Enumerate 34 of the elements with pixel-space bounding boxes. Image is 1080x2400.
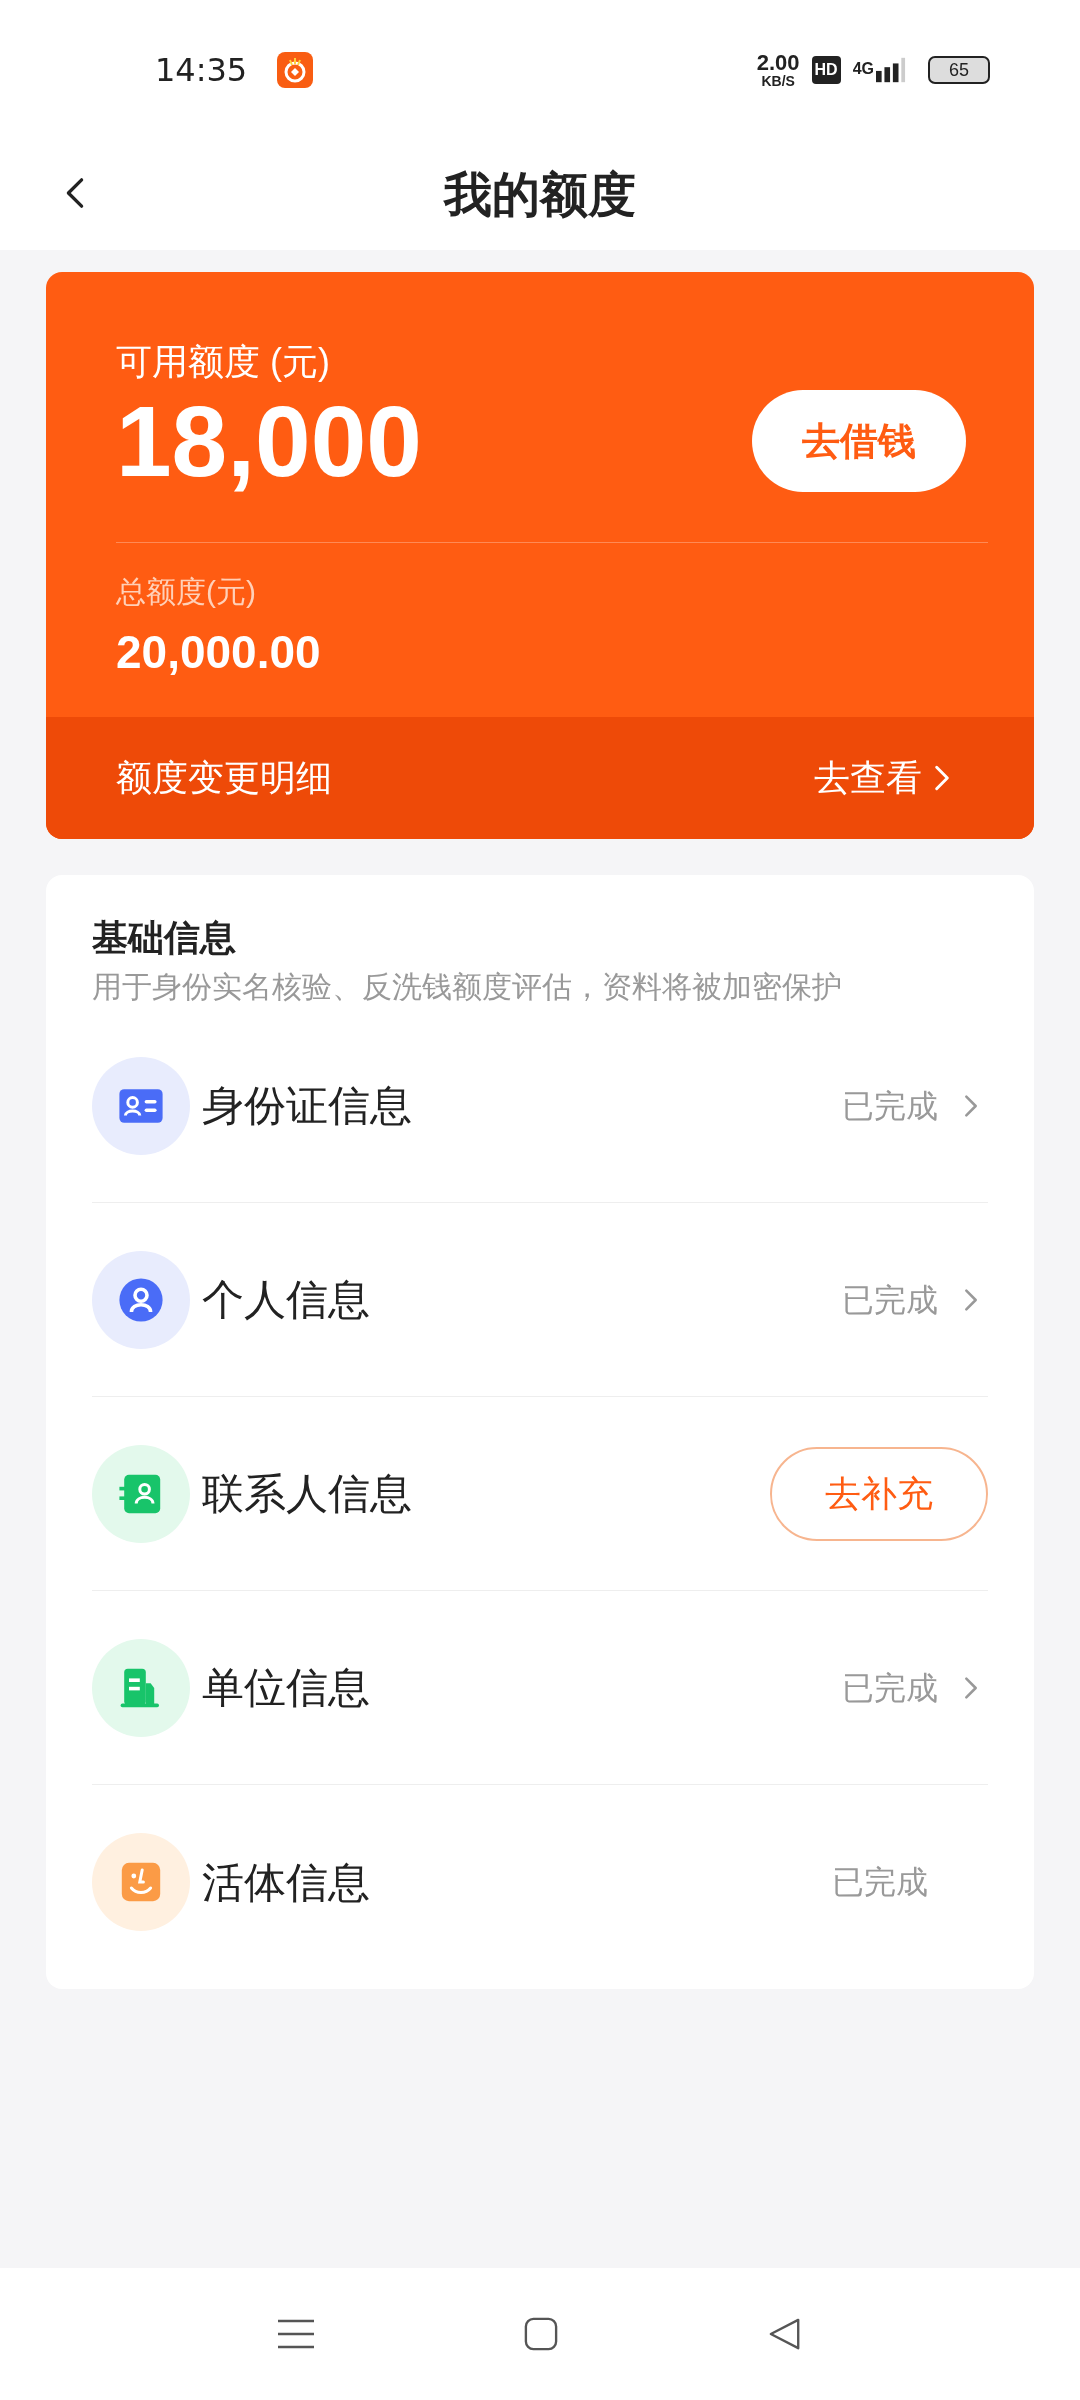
status-time: 14:35 [155,50,248,91]
item-label: 活体信息 [202,1857,371,1908]
chevron-right-icon [934,763,950,793]
total-label: 总额度(元) [116,574,257,610]
home-icon[interactable] [524,2317,558,2351]
chevron-right-icon [964,1286,978,1313]
item-label: 身份证信息 [202,1081,413,1131]
section-title: 基础信息 [92,916,237,960]
chevron-right-icon [964,1674,978,1701]
status-text: 已完成 [832,1863,928,1902]
status-link[interactable]: 已完成 [842,1081,978,1130]
item-label: 个人信息 [202,1275,371,1325]
app-notification-icon [277,52,314,88]
back-icon[interactable] [768,2317,802,2351]
menu-icon[interactable] [278,2319,314,2349]
battery-indicator: 65 [928,56,990,84]
borrow-button[interactable]: 去借钱 [752,390,966,492]
item-label: 单位信息 [202,1663,371,1713]
quota-history-row[interactable]: 额度变更明细 去查看 [46,717,1034,839]
signal-icon [876,57,906,83]
hd-badge: HD [811,56,841,84]
item-label: 联系人信息 [202,1469,413,1519]
network-type: 4G [852,59,874,79]
speed-unit: KB/S [761,74,795,88]
chevron-right-icon [964,1092,978,1119]
section-subtitle: 用于身份实名核验、反洗钱额度评估，资料将被加密保护 [92,969,843,1005]
available-label: 可用额度 (元) [116,344,331,380]
supplement-button[interactable]: 去补充 [770,1446,988,1541]
available-amount: 18,000 [116,391,422,491]
network-speed: 2.00 [756,52,800,74]
status-link[interactable]: 已完成 [842,1663,978,1712]
total-amount: 20,000.00 [116,625,322,680]
status-link[interactable]: 已完成 [842,1275,978,1324]
page-title: 我的额度 [444,167,636,223]
